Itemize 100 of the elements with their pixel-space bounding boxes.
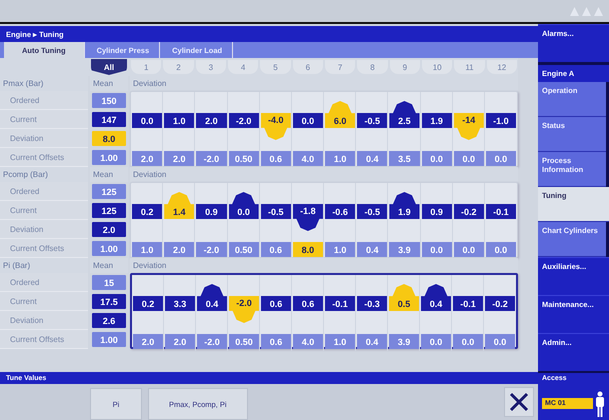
deviation-value[interactable]: 0.9	[422, 204, 452, 219]
offset-value[interactable]: 4.0	[292, 151, 323, 166]
deviation-value[interactable]: -0.2	[485, 296, 515, 311]
offset-value[interactable]: 0.50	[228, 242, 259, 257]
deviation-value[interactable]: 0.4	[197, 284, 227, 311]
mean-value: 1.00	[92, 332, 126, 347]
offset-value[interactable]: 1.0	[325, 242, 356, 257]
offset-value[interactable]: 4.0	[293, 334, 323, 349]
offset-value[interactable]: 8.0	[292, 242, 323, 257]
deviation-value[interactable]: 0.0	[292, 113, 323, 128]
cylinder-tab[interactable]: 3	[196, 60, 226, 74]
cylinder-tab[interactable]: 12	[486, 60, 517, 74]
offset-value[interactable]: -2.0	[196, 242, 226, 257]
offset-value[interactable]: 1.0	[325, 334, 355, 349]
offset-value[interactable]: 3.5	[389, 151, 420, 166]
deviation-value[interactable]: -0.5	[260, 204, 291, 219]
offset-value[interactable]: 0.0	[422, 151, 452, 166]
deviation-value[interactable]: -2.0	[229, 296, 259, 323]
deviation-value[interactable]: -0.1	[453, 296, 483, 311]
cylinder-tab[interactable]: 1	[131, 60, 162, 74]
deviation-value[interactable]: 1.9	[389, 192, 420, 219]
offset-value[interactable]: 0.0	[422, 242, 452, 257]
deviation-panel[interactable]: 0.2 3.3 0.4 -2.0 0.6 0.6 -0.1 -0.3 0.5 0.4 -0.1 -0.2 2.0 2.0 -2.0 0.50 0.6 4.0 1.0 0.4 3.9 0.0 0.0 0.0	[130, 273, 518, 349]
deviation-value[interactable]: 0.0	[228, 192, 259, 219]
deviation-value[interactable]: 1.9	[422, 113, 452, 128]
deviation-panel[interactable]: 0.2 1.4 0.9 0.0 -0.5 -1.8 -0.6 -0.5 1.9 0.9 -0.2 -0.1 1.0 2.0 -2.0 0.50 0.6 8.0 1.0 0.4 3.9 0.0 0.0 0.0	[130, 182, 518, 258]
cylinder-tab[interactable]: 2	[163, 60, 194, 74]
mean-value: 1.00	[92, 150, 126, 165]
deviation-value[interactable]: -14	[454, 113, 484, 140]
offset-value[interactable]: -2.0	[197, 334, 227, 349]
deviation-value[interactable]: 0.6	[293, 296, 323, 311]
cylinder-tab[interactable]: 11	[454, 60, 485, 74]
offset-value[interactable]: 3.9	[389, 242, 420, 257]
offset-value[interactable]: 0.4	[357, 151, 388, 166]
offset-value[interactable]: 0.50	[229, 334, 259, 349]
cylinder-tab[interactable]: 6	[292, 60, 323, 74]
deviation-value[interactable]: 6.0	[325, 101, 356, 128]
offset-value[interactable]: 0.0	[486, 151, 516, 166]
offset-value[interactable]: 1.0	[325, 151, 356, 166]
deviation-value[interactable]: 1.4	[164, 192, 194, 219]
deviation-value[interactable]: 0.2	[132, 204, 162, 219]
deviation-value[interactable]: -2.0	[228, 113, 259, 128]
cylinder-tab[interactable]: 7	[324, 60, 356, 74]
deviation-value[interactable]: -4.0	[260, 113, 291, 140]
deviation-value[interactable]: -0.1	[486, 204, 516, 219]
cylinder-tab[interactable]: 10	[422, 60, 452, 74]
offset-value[interactable]: 0.0	[486, 242, 516, 257]
offset-value[interactable]: 1.0	[132, 242, 162, 257]
offset-value[interactable]: 0.0	[454, 151, 484, 166]
deviation-value[interactable]: 2.5	[389, 101, 420, 128]
offset-value[interactable]: 0.6	[260, 151, 291, 166]
deviation-value[interactable]: 1.0	[164, 113, 194, 128]
deviation-value[interactable]: 0.5	[389, 284, 419, 311]
offset-value[interactable]: 3.9	[389, 334, 419, 349]
cylinder-tab[interactable]: 5	[260, 60, 291, 74]
mean-value: 150	[92, 93, 126, 108]
deviation-value[interactable]: 0.9	[196, 204, 226, 219]
deviation-value[interactable]: -0.1	[325, 296, 355, 311]
offset-value[interactable]: 0.4	[357, 242, 388, 257]
offset-value[interactable]: 0.0	[421, 334, 451, 349]
close-button[interactable]	[504, 387, 534, 417]
row-label: Deviation	[0, 311, 88, 330]
deviation-value[interactable]: -1.0	[486, 113, 516, 128]
offset-value[interactable]: 2.0	[164, 151, 194, 166]
deviation-value[interactable]: 2.0	[196, 113, 226, 128]
offset-value[interactable]: 2.0	[165, 334, 195, 349]
row-label: Ordered	[0, 182, 88, 201]
deviation-value[interactable]: 0.6	[261, 296, 291, 311]
deviation-value[interactable]: 0.4	[421, 284, 451, 311]
offset-value[interactable]: 0.4	[357, 334, 387, 349]
close-icon	[509, 392, 529, 412]
mean-value: 8.0	[92, 131, 126, 146]
row-label: Ordered	[0, 273, 88, 292]
offset-value[interactable]: 0.6	[261, 334, 291, 349]
offset-value[interactable]: 0.0	[485, 334, 515, 349]
deviation-value[interactable]: 0.0	[132, 113, 162, 128]
offset-value[interactable]: 2.0	[164, 242, 194, 257]
offset-value[interactable]: 0.0	[453, 334, 483, 349]
offset-value[interactable]: 0.0	[454, 242, 484, 257]
offset-value[interactable]: 2.0	[133, 334, 163, 349]
offset-value[interactable]: 0.6	[260, 242, 291, 257]
offset-value[interactable]: 2.0	[132, 151, 162, 166]
mean-value: 17.5	[92, 294, 126, 309]
deviation-panel[interactable]: 0.0 1.0 2.0 -2.0 -4.0 0.0 6.0 -0.5 2.5 1.9 -14 -1.0 2.0 2.0 -2.0 0.50 0.6 4.0 1.0 0.4 3.5 0.0 0.0 0.0	[130, 91, 518, 167]
cylinder-tab[interactable]: 9	[390, 60, 420, 74]
deviation-value[interactable]: 0.2	[133, 296, 163, 311]
row-label: Current	[0, 110, 88, 129]
offset-value[interactable]: -2.0	[196, 151, 226, 166]
deviation-value[interactable]: -0.6	[325, 204, 356, 219]
cylinder-tab[interactable]: All	[91, 59, 127, 75]
offset-value[interactable]: 0.50	[228, 151, 259, 166]
deviation-value[interactable]: 3.3	[165, 296, 195, 311]
deviation-value[interactable]: -0.5	[357, 113, 388, 128]
cylinder-tab[interactable]: 4	[228, 60, 258, 74]
deviation-value[interactable]: -0.2	[454, 204, 484, 219]
deviation-value[interactable]: -0.3	[357, 296, 387, 311]
cylinder-tab[interactable]: 8	[357, 60, 388, 74]
deviation-value[interactable]: -1.8	[292, 204, 323, 231]
mean-value: 2.0	[92, 222, 126, 237]
deviation-value[interactable]: -0.5	[357, 204, 388, 219]
